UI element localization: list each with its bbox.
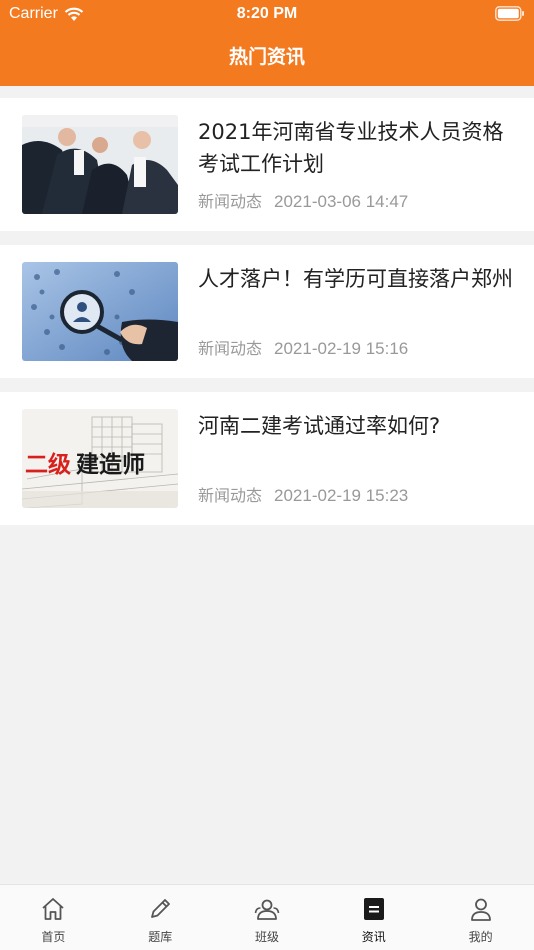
news-meta: 新闻动态 2021-02-19 15:16 [198, 335, 408, 359]
document-icon [363, 898, 384, 920]
status-bar: Carrier 8:20 PM [0, 0, 534, 28]
news-category: 新闻动态 [198, 486, 263, 505]
header: Carrier 8:20 PM 热门资讯 [0, 0, 534, 86]
tab-label: 班级 [254, 930, 279, 944]
tab-news[interactable]: 资讯 [320, 885, 427, 950]
user-icon [470, 898, 491, 921]
tab-label: 题库 [148, 930, 173, 944]
tab-home[interactable]: 首页 [0, 885, 107, 950]
page-title: 热门资讯 [228, 46, 305, 68]
pencil-icon [151, 899, 171, 918]
news-thumbnail [22, 262, 178, 361]
business-people-photo [22, 115, 178, 214]
tab-bar: 首页 题库 班级 资讯 我的 [0, 884, 534, 950]
news-date: 2021-02-19 15:23 [274, 486, 409, 505]
news-category: 新闻动态 [198, 339, 263, 358]
home-icon [42, 898, 64, 920]
tab-mine[interactable]: 我的 [427, 885, 534, 950]
magnifier-people-network-photo [22, 262, 178, 361]
news-date: 2021-02-19 15:16 [274, 339, 409, 358]
building-sketch-photo: 二级 建造师 [22, 409, 178, 508]
news-title: 人才落户！有学历可直接落户郑州 [198, 267, 513, 291]
screen: Carrier 8:20 PM 热门资讯 2021年河南省专业技术人员资格考试工… [0, 0, 534, 950]
news-meta: 新闻动态 2021-03-06 14:47 [198, 188, 408, 212]
tab-label: 首页 [41, 930, 66, 944]
tab-class[interactable]: 班级 [214, 885, 321, 950]
news-thumbnail: 二级 建造师 [22, 409, 178, 508]
group-icon [254, 899, 280, 920]
news-item[interactable]: 二级 建造师 河南二建考试通过率如何? 新闻动态 2021-02-19 15:23 [0, 392, 534, 525]
status-time: 8:20 PM [236, 5, 298, 22]
news-thumbnail [22, 115, 178, 214]
news-category: 新闻动态 [198, 192, 263, 211]
thumbnail-caption-black: 建造师 [76, 451, 145, 478]
news-title: 河南二建考试通过率如何? [198, 414, 441, 438]
battery-icon [495, 6, 524, 21]
news-date: 2021-03-06 14:47 [274, 192, 409, 211]
thumbnail-caption-red: 二级 [25, 451, 71, 478]
tab-label: 资讯 [361, 930, 386, 944]
news-list: 2021年河南省专业技术人员资格考试工作计划 新闻动态 2021-03-06 14… [0, 98, 534, 539]
tab-label: 我的 [468, 930, 493, 944]
news-meta: 新闻动态 2021-02-19 15:23 [198, 482, 408, 506]
news-title: 2021年河南省专业技术人员资格考试工作计划 [198, 120, 504, 176]
news-item[interactable]: 人才落户！有学历可直接落户郑州 新闻动态 2021-02-19 15:16 [0, 245, 534, 378]
tab-questions[interactable]: 题库 [107, 885, 214, 950]
news-item[interactable]: 2021年河南省专业技术人员资格考试工作计划 新闻动态 2021-03-06 14… [0, 98, 534, 231]
